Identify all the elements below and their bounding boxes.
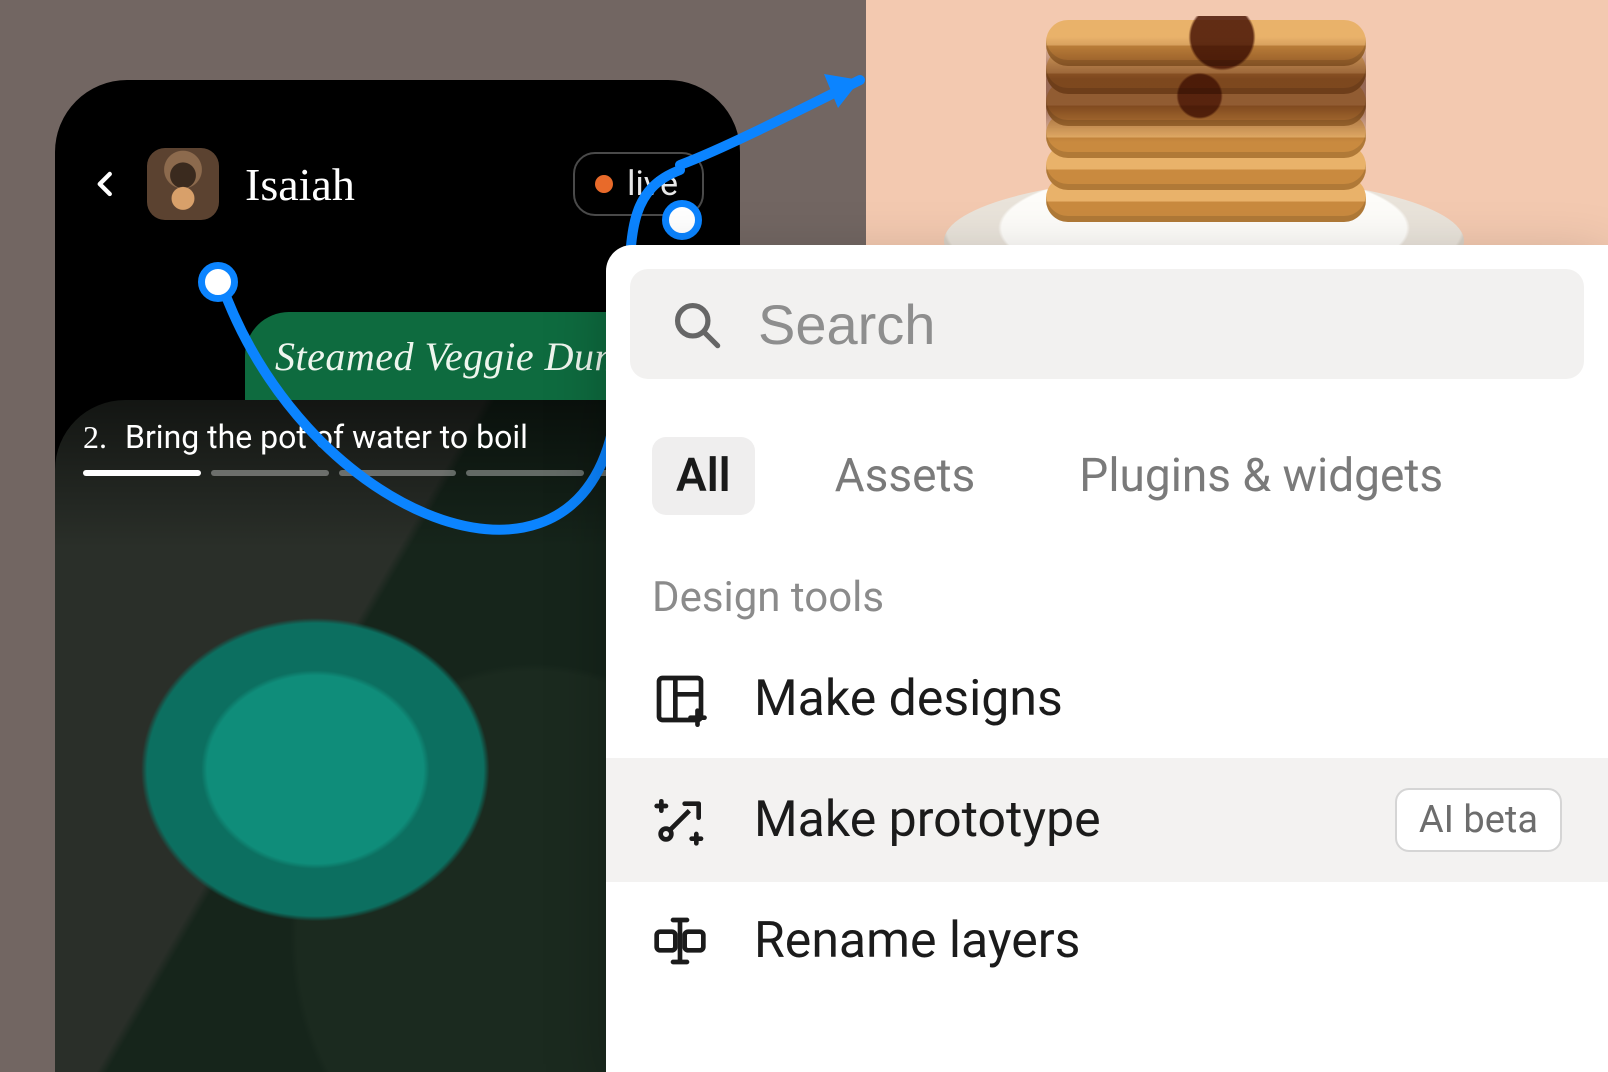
progress-segment [466, 470, 584, 476]
search-input[interactable] [758, 292, 1544, 357]
tool-make-prototype[interactable]: Make prototype AI beta [606, 758, 1608, 882]
ai-beta-badge: AI beta [1395, 788, 1562, 852]
tab-assets[interactable]: Assets [811, 437, 1000, 515]
tool-label: Make designs [754, 670, 1562, 728]
step-text: Bring the pot of water to boil [125, 418, 528, 456]
layout-plus-icon [652, 671, 708, 727]
live-label: live [627, 164, 678, 204]
pancake-stack-icon [1046, 16, 1366, 226]
mobile-header: Isaiah live [55, 80, 740, 240]
tool-label: Make prototype [754, 791, 1349, 849]
avatar[interactable] [147, 148, 219, 220]
section-title: Design tools [606, 549, 1608, 640]
prototype-hotspot[interactable] [662, 200, 702, 240]
progress-segment [211, 470, 329, 476]
user-name: Isaiah [245, 158, 547, 211]
prototype-flow-icon [652, 792, 708, 848]
rename-cursor-icon [652, 913, 708, 969]
live-dot-icon [595, 175, 613, 193]
progress-segment [339, 470, 457, 476]
back-chevron-icon[interactable] [91, 169, 121, 199]
prototype-hotspot[interactable] [198, 262, 238, 302]
search-icon [670, 298, 722, 350]
tool-rename-layers[interactable]: Rename layers [606, 882, 1608, 1000]
progress-segment [83, 470, 201, 476]
filter-tabs: All Assets Plugins & widgets [606, 379, 1608, 549]
step-number: 2. [83, 419, 107, 456]
linked-frame-preview[interactable] [866, 0, 1608, 252]
tool-make-designs[interactable]: Make designs [606, 640, 1608, 758]
tool-list: Make designs Make prototype AI beta [606, 640, 1608, 1000]
tab-plugins[interactable]: Plugins & widgets [1055, 437, 1467, 515]
tab-all[interactable]: All [652, 437, 755, 515]
tool-label: Rename layers [754, 912, 1562, 970]
actions-panel: All Assets Plugins & widgets Design tool… [606, 245, 1608, 1072]
search-bar[interactable] [630, 269, 1584, 379]
